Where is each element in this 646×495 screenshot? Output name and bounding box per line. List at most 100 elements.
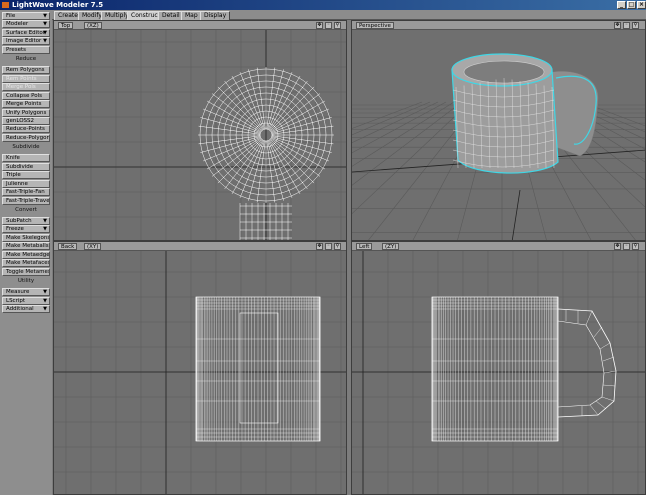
sidebar-label: Subdivide: [6, 163, 34, 170]
sidebar-label: genLOSS2: [6, 117, 35, 124]
sidebar-button-file[interactable]: File ▼: [2, 12, 50, 20]
sidebar-button-rem-points[interactable]: Rem Points: [2, 74, 50, 83]
viewport-perspective[interactable]: Perspective ✥ ◦ ⚲: [351, 20, 646, 241]
zoom-view-icon[interactable]: ⚲: [632, 243, 639, 250]
dropdown-arrow-icon: ▼: [43, 29, 47, 36]
left-view-canvas[interactable]: [352, 251, 646, 495]
viewport-back[interactable]: Back (XY) ✥ ◦ ⚲: [53, 241, 347, 495]
sidebar-button-knife[interactable]: Knife: [2, 154, 50, 163]
viewport-top[interactable]: Top (XZ) ✥ ◦ ⚲: [53, 20, 347, 241]
view-type-select[interactable]: Back: [58, 243, 78, 250]
sidebar-group-header: Subdivide: [2, 144, 50, 153]
move-view-icon[interactable]: ✥: [316, 22, 323, 29]
sidebar-button-collapse-pols[interactable]: Collapse Pols: [2, 91, 50, 100]
sidebar-label: Make Metaedges: [6, 251, 50, 258]
sidebar-label: Make Metaballs: [6, 243, 49, 250]
sidebar-label: Merge Points: [6, 101, 42, 108]
view-type-select[interactable]: Perspective: [356, 22, 394, 29]
mug-left-handle-inner: [557, 320, 605, 408]
sidebar-button-subdivide[interactable]: Subdivide: [2, 162, 50, 171]
sidebar-label: Measure: [6, 289, 30, 296]
view-mode-select[interactable]: (XZ): [84, 22, 102, 29]
rotate-view-icon[interactable]: ◦: [623, 22, 630, 29]
sidebar-button-triple[interactable]: Triple: [2, 171, 50, 180]
mug-back-wireframe: [195, 297, 321, 441]
viewport-left[interactable]: Left (ZY) ✥ ◦ ⚲: [351, 241, 646, 495]
close-icon[interactable]: ×: [637, 1, 646, 9]
sidebar-label: Julienne: [6, 180, 28, 187]
grid: [352, 251, 645, 494]
sidebar-label: Modeler: [6, 21, 29, 28]
sidebar-label: Fast-Triple-Fan: [6, 189, 45, 196]
sidebar-button-fast-triple-trave[interactable]: Fast-Triple-Trave...: [2, 196, 50, 205]
sidebar-button-measure[interactable]: Measure ▼: [2, 288, 50, 297]
sidebar-button-freeze[interactable]: Freeze ▼: [2, 225, 50, 234]
perspective-view-canvas[interactable]: [352, 30, 646, 241]
back-view-canvas[interactable]: [54, 251, 347, 495]
sidebar-button-julienne[interactable]: Julienne: [2, 179, 50, 188]
sidebar-label: Reduce: [15, 56, 37, 63]
sidebar-button-merge-points[interactable]: Merge Points: [2, 100, 50, 109]
tool-sidebar: File ▼ Modeler ▼ Surface Editor ▼ Image Editor…: [0, 11, 52, 495]
sidebar-label: Reduce-Points: [6, 126, 45, 133]
zoom-view-icon[interactable]: ⚲: [334, 22, 341, 29]
view-type-select[interactable]: Left: [356, 243, 373, 250]
sidebar-button-lscript[interactable]: LScript ▼: [2, 296, 50, 305]
sidebar-label: Image Editor: [6, 38, 42, 45]
sidebar-label: Freeze: [6, 226, 24, 233]
sidebar-button-make-metaballs[interactable]: Make Metaballs: [2, 242, 50, 251]
sidebar-button-toggle-metamesh[interactable]: Toggle Metamesh: [2, 267, 50, 276]
viewport-header: Perspective ✥ ◦ ⚲: [352, 21, 645, 30]
sidebar-button-merge-pols[interactable]: Merge Pols: [2, 83, 50, 92]
zoom-view-icon[interactable]: ⚲: [632, 22, 639, 29]
rotate-view-icon[interactable]: ◦: [325, 22, 332, 29]
rotate-view-icon[interactable]: ◦: [623, 243, 630, 250]
sidebar-label: Make Metafaces: [6, 260, 50, 267]
move-view-icon[interactable]: ✥: [316, 243, 323, 250]
sidebar-label: Fast-Triple-Trave...: [6, 197, 50, 204]
view-mode-select[interactable]: (XY): [84, 243, 102, 250]
sidebar-button-make-metaedges[interactable]: Make Metaedges: [2, 250, 50, 259]
maximize-icon[interactable]: □: [627, 1, 636, 9]
sidebar-button-make-skelegons[interactable]: Make Skelegons: [2, 233, 50, 242]
sidebar-button-subpatch[interactable]: SubPatch ▼: [2, 217, 50, 225]
grid: [54, 30, 346, 240]
dropdown-arrow-icon: ▼: [43, 13, 47, 19]
top-view-canvas[interactable]: [54, 30, 347, 241]
dropdown-arrow-icon: ▼: [43, 38, 47, 45]
move-view-icon[interactable]: ✥: [614, 243, 621, 250]
sidebar-label: File: [6, 13, 16, 19]
sidebar-button-image-editor[interactable]: Image Editor ▼: [2, 37, 50, 46]
sidebar-button-additional[interactable]: Additional ▼: [2, 305, 50, 314]
zoom-view-icon[interactable]: ⚲: [334, 243, 341, 250]
tab-map[interactable]: Map: [181, 11, 202, 20]
viewport-header: Back (XY) ✥ ◦ ⚲: [54, 242, 346, 251]
axis-line: [511, 189, 521, 240]
rotate-view-icon[interactable]: ◦: [325, 243, 332, 250]
view-mode-select[interactable]: (ZY): [382, 243, 400, 250]
viewport-header: Top (XZ) ✥ ◦ ⚲: [54, 21, 346, 30]
sidebar-label: Surface Editor: [6, 29, 45, 36]
sidebar-label: Collapse Pols: [6, 92, 42, 99]
sidebar-label: Presets: [6, 46, 27, 53]
sidebar-group-header: Convert: [2, 207, 50, 215]
sidebar-button-genloss2[interactable]: genLOSS2: [2, 116, 50, 125]
title-bar: LightWave Modeler 7.5 _ □ ×: [0, 0, 646, 10]
sidebar-button-surface-editor[interactable]: Surface Editor ▼: [2, 28, 50, 37]
dropdown-arrow-icon: ▼: [43, 218, 47, 224]
minimize-icon[interactable]: _: [617, 1, 626, 9]
sidebar-button-modeler[interactable]: Modeler ▼: [2, 20, 50, 29]
move-view-icon[interactable]: ✥: [614, 22, 621, 29]
sidebar-button-presets[interactable]: Presets: [2, 45, 50, 54]
tab-detail[interactable]: Detail: [158, 11, 184, 20]
sidebar-button-make-metafaces[interactable]: Make Metafaces: [2, 259, 50, 268]
sidebar-button-reduce-polygons[interactable]: Reduce-Polygons: [2, 133, 50, 142]
sidebar-button-fast-triple-fan[interactable]: Fast-Triple-Fan: [2, 188, 50, 197]
sidebar-button-reduce-points[interactable]: Reduce-Points: [2, 125, 50, 134]
sidebar-button-rem-polygons[interactable]: Rem Polygons: [2, 66, 50, 75]
view-type-select[interactable]: Top: [58, 22, 74, 29]
sidebar-button-unify-polygons[interactable]: Unify Polygons: [2, 108, 50, 117]
tab-display[interactable]: Display: [200, 11, 231, 20]
sidebar-label: Rem Polygons: [6, 67, 45, 74]
sidebar-label: Merge Pols: [6, 84, 36, 91]
